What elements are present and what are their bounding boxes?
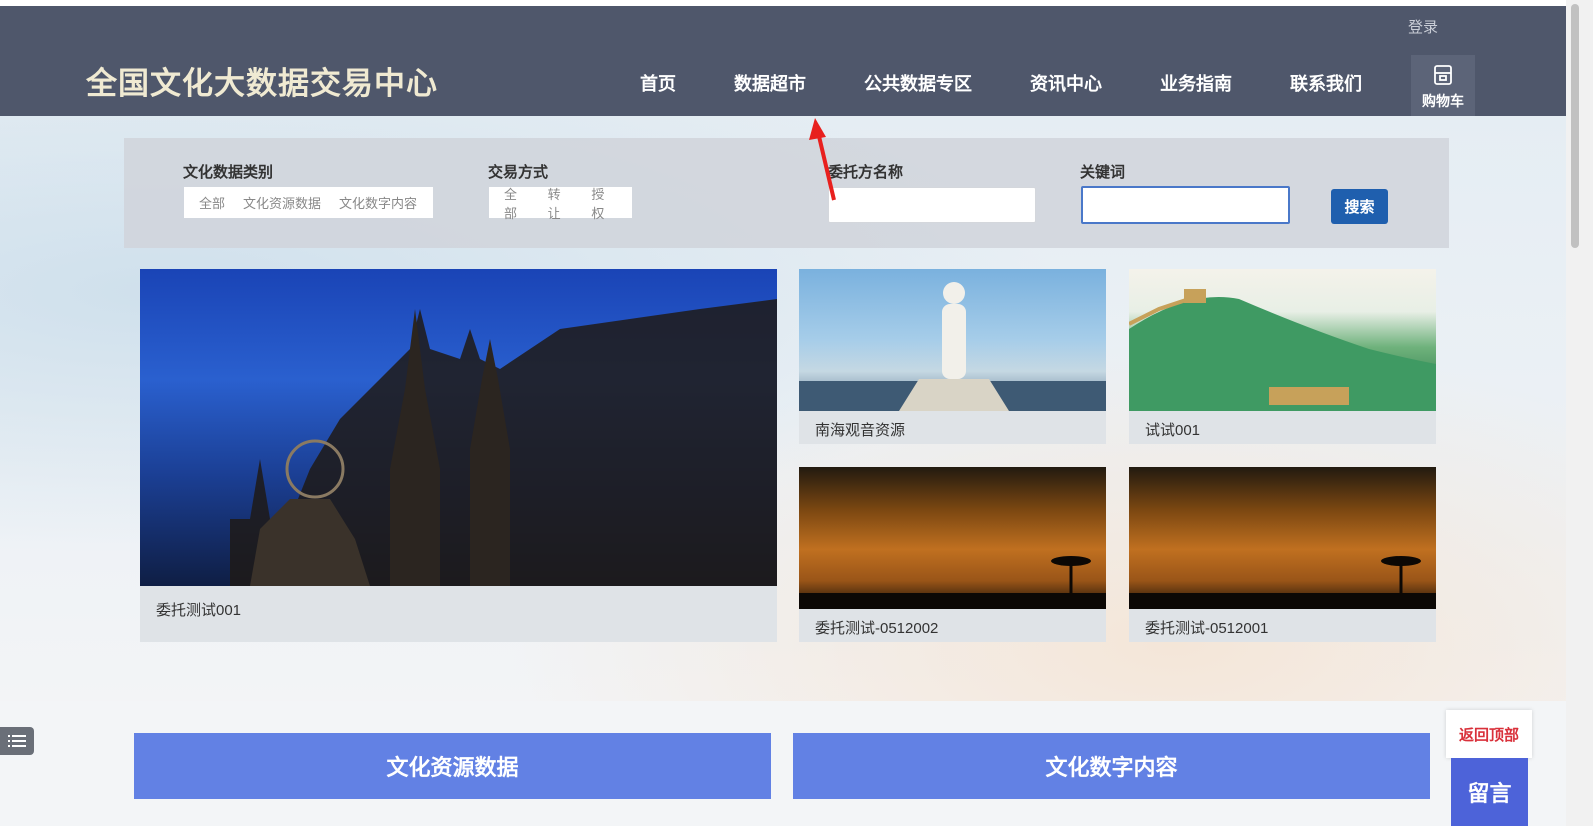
cart-label: 购物车 <box>1422 92 1464 109</box>
sunset-card-0512001-title: 委托测试-0512001 <box>1145 620 1269 637</box>
section-resources-button[interactable]: 文化资源数据 <box>134 733 771 799</box>
category-label: 文化数据类别 <box>183 164 274 181</box>
wall-card-title: 试试001 <box>1145 422 1201 439</box>
scrollbar-thumb[interactable] <box>1571 4 1579 248</box>
side-menu-toggle[interactable] <box>0 727 34 755</box>
nav-item-guide[interactable]: 业务指南 <box>1160 70 1232 96</box>
sunset-card-0512002-image <box>799 467 1106 609</box>
featured-card-title: 委托测试001 <box>156 602 242 619</box>
guanyin-statue <box>799 282 1106 411</box>
sunset-card-0512001-image <box>1129 467 1436 609</box>
great-wall-illustration <box>1129 289 1436 411</box>
category-option-digital[interactable]: 文化数字内容 <box>333 193 423 212</box>
guanyin-card-title: 南海观音资源 <box>815 422 906 439</box>
back-to-top-button[interactable]: 返回顶部 <box>1446 710 1532 758</box>
site-logo[interactable]: 全国文化大数据交易中心 <box>86 58 438 103</box>
guanyin-card[interactable]: 南海观音资源 <box>799 269 1106 444</box>
trade-options: 全部 转让 授权 <box>489 187 632 221</box>
cart-icon <box>1434 64 1452 85</box>
guanyin-card-image <box>799 269 1106 411</box>
keyword-input[interactable] <box>1081 186 1290 224</box>
nav-item-contact[interactable]: 联系我们 <box>1290 70 1362 96</box>
sunset-card-0512002-title: 委托测试-0512002 <box>815 620 939 637</box>
trade-option-license[interactable]: 授权 <box>585 184 623 222</box>
nav-item-home[interactable]: 首页 <box>640 70 676 96</box>
nav-item-public-data[interactable]: 公共数据专区 <box>864 70 972 96</box>
nav-item-news[interactable]: 资讯中心 <box>1030 70 1102 96</box>
cathedral-silhouette <box>230 299 777 586</box>
sunset-card-0512002[interactable]: 委托测试-0512002 <box>799 467 1106 642</box>
wall-card[interactable]: 试试001 <box>1129 269 1436 444</box>
acacia-silhouette <box>799 556 1106 609</box>
keyword-label: 关键词 <box>1080 164 1126 181</box>
cart-button[interactable]: 购物车 <box>1411 55 1475 118</box>
leave-message-button[interactable]: 留言 <box>1451 758 1528 826</box>
featured-card[interactable]: 委托测试001 <box>140 269 777 642</box>
search-button[interactable]: 搜索 <box>1331 189 1388 224</box>
category-options: 全部 文化资源数据 文化数字内容 <box>184 187 433 218</box>
page-scrollbar[interactable] <box>1566 0 1593 826</box>
client-name-input[interactable] <box>828 187 1036 223</box>
section-content-button[interactable]: 文化数字内容 <box>793 733 1430 799</box>
trade-option-transfer[interactable]: 转让 <box>542 184 580 222</box>
nav-item-data-market[interactable]: 数据超市 <box>734 70 806 96</box>
category-option-all[interactable]: 全部 <box>193 193 231 212</box>
category-option-resources[interactable]: 文化资源数据 <box>237 193 327 212</box>
client-name-label: 委托方名称 <box>828 164 904 181</box>
main-nav: 首页 数据超市 公共数据专区 资讯中心 业务指南 联系我们 <box>640 70 1420 96</box>
trade-option-all[interactable]: 全部 <box>498 184 536 222</box>
wall-card-image <box>1129 269 1436 411</box>
acacia-silhouette <box>1129 556 1436 609</box>
site-header: 登录 全国文化大数据交易中心 首页 数据超市 公共数据专区 资讯中心 业务指南 … <box>0 6 1566 118</box>
sunset-card-0512001[interactable]: 委托测试-0512001 <box>1129 467 1436 642</box>
trade-label: 交易方式 <box>488 164 549 181</box>
featured-card-image <box>140 269 777 586</box>
list-icon <box>8 735 26 747</box>
login-link[interactable]: 登录 <box>1408 16 1438 37</box>
